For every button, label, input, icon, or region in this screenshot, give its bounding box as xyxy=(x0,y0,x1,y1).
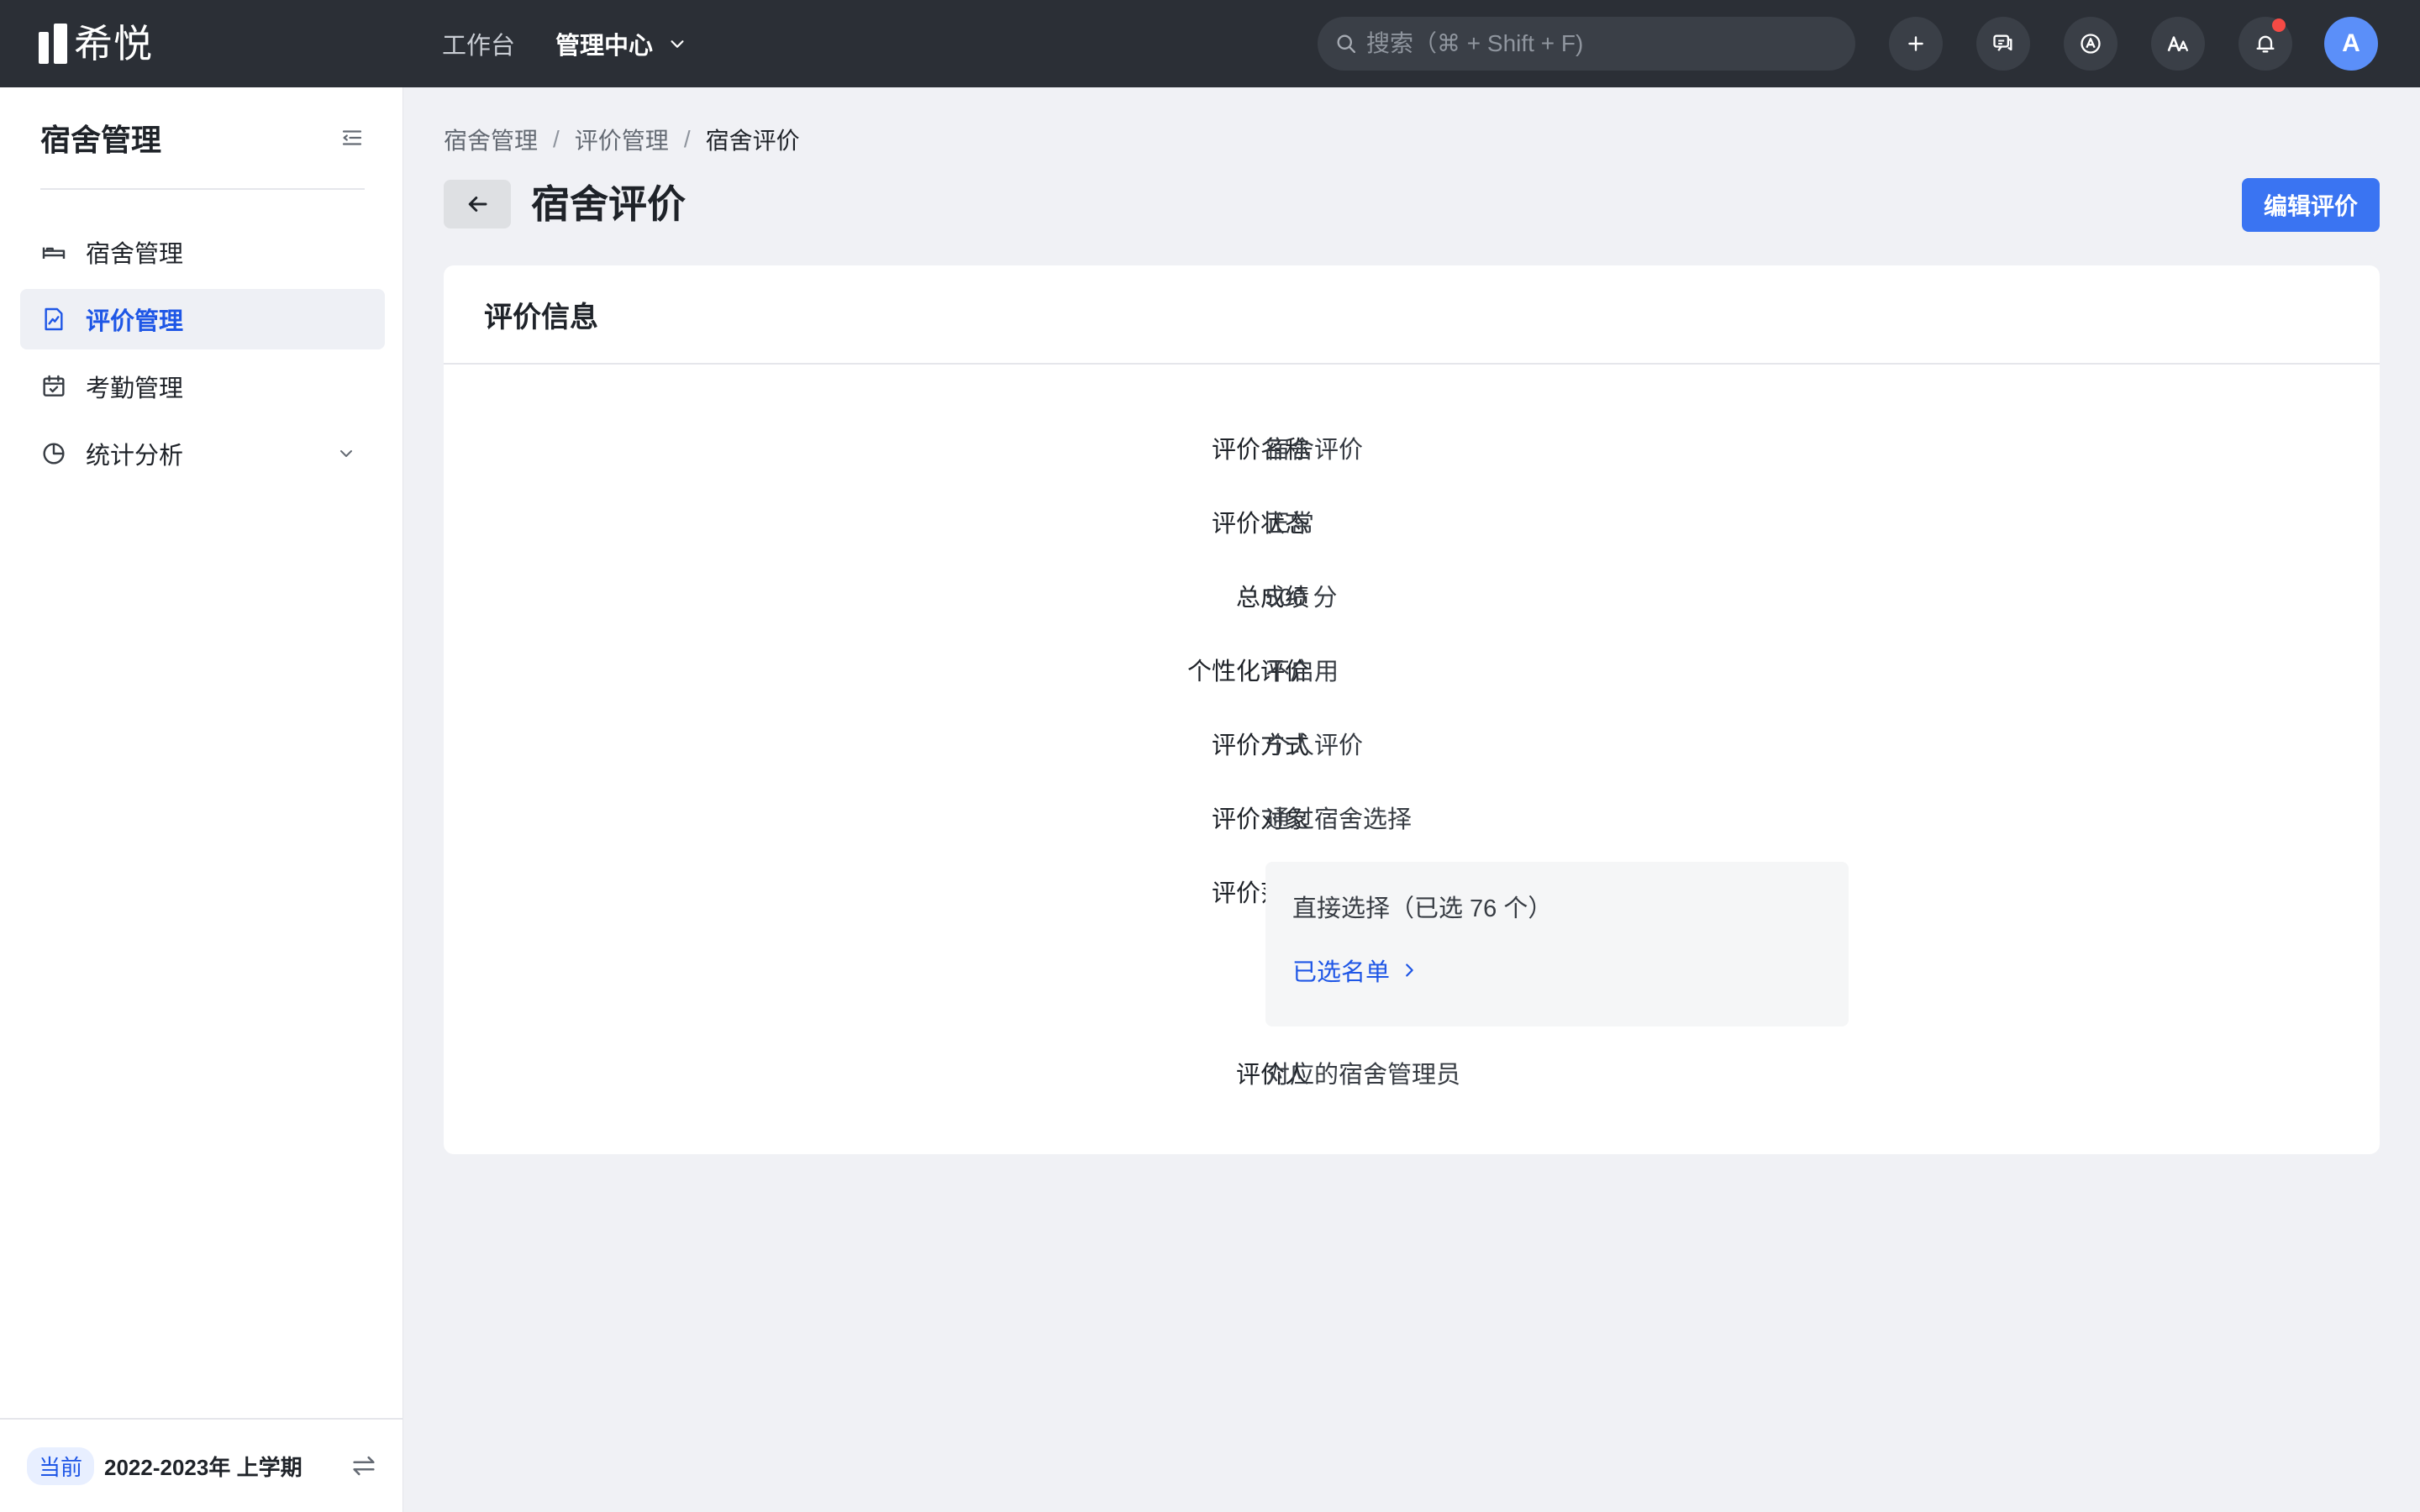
breadcrumb: 宿舍管理 / 评价管理 / 宿舍评价 xyxy=(444,123,800,156)
feedback-button[interactable] xyxy=(1976,17,2030,71)
sidebar-item-evaluation-management[interactable]: 评价管理 xyxy=(20,289,385,349)
avatar[interactable]: A xyxy=(2324,17,2378,71)
app-center-icon xyxy=(2081,34,2101,54)
sidebar-header: 宿舍管理 xyxy=(40,87,365,190)
switch-arrows-icon[interactable] xyxy=(350,1452,378,1480)
current-term-badge: 当前 xyxy=(27,1446,95,1485)
nav-admin-center-label: 管理中心 xyxy=(555,33,654,60)
notification-button[interactable] xyxy=(2238,17,2292,71)
chevron-down-icon xyxy=(671,40,684,48)
sidebar-item-dorm-management[interactable]: 宿舍管理 xyxy=(20,222,385,282)
logo[interactable]: 希悦 xyxy=(39,22,153,66)
breadcrumb-item[interactable]: 宿舍管理 xyxy=(444,123,538,156)
back-button[interactable] xyxy=(444,180,511,228)
field-value-name: 宿舍评价 xyxy=(1265,437,1364,464)
create-button[interactable] xyxy=(1889,17,1943,71)
evaluation-info-card: 评价信息 评价名称 宿舍评价 评价状态 正常 总成绩 500 分 个性化评价 不… xyxy=(444,265,2380,1154)
card-header: 评价信息 xyxy=(444,265,2380,365)
pie-chart-icon xyxy=(43,443,65,465)
breadcrumb-current: 宿舍评价 xyxy=(705,128,800,154)
language-button[interactable] xyxy=(2151,17,2205,71)
breadcrumb-separator: / xyxy=(683,126,691,152)
field-value-personalized: 不启用 xyxy=(1265,659,1339,685)
collapse-menu-icon[interactable] xyxy=(339,125,365,150)
current-term-label: 2022-2023年 上学期 xyxy=(104,1454,302,1480)
nav-workbench[interactable]: 工作台 xyxy=(442,26,515,61)
bed-icon xyxy=(42,247,66,259)
chevron-down-icon xyxy=(340,450,352,457)
logo-mark-icon xyxy=(39,24,67,64)
feedback-icon xyxy=(1993,34,2012,51)
field-value-evaluator: 对应的宿舍管理员 xyxy=(1265,1062,1461,1089)
search-input[interactable] xyxy=(1366,30,1837,57)
app-center-button[interactable] xyxy=(2064,17,2118,71)
logo-text: 希悦 xyxy=(74,22,153,66)
plus-icon xyxy=(1908,36,1923,51)
edit-evaluation-button[interactable]: 编辑评价 xyxy=(2242,178,2380,232)
sidebar-item-label: 统计分析 xyxy=(86,443,184,470)
sidebar-item-statistics[interactable]: 统计分析 xyxy=(20,423,385,484)
field-value-method: 个人评价 xyxy=(1265,732,1364,759)
field-value-total-score: 500 分 xyxy=(1265,585,1338,612)
search-bar[interactable] xyxy=(1318,17,1855,71)
evaluation-doc-icon xyxy=(45,307,63,331)
card-title: 评价信息 xyxy=(484,301,598,333)
scope-box: 直接选择（已选 76 个） 已选名单 xyxy=(1265,862,1849,1026)
sidebar-item-attendance-management[interactable]: 考勤管理 xyxy=(20,356,385,417)
sidebar-item-label: 考勤管理 xyxy=(86,375,184,402)
selected-list-link-label: 已选名单 xyxy=(1292,959,1391,986)
term-selector: 当前 2022-2023年 上学期 xyxy=(0,1418,403,1512)
sidebar-item-label: 评价管理 xyxy=(86,308,184,335)
translate-icon xyxy=(2167,36,2189,52)
breadcrumb-separator: / xyxy=(553,126,560,152)
nav-admin-center[interactable]: 管理中心 xyxy=(555,26,687,61)
notification-dot xyxy=(2272,18,2286,32)
nav-workbench-label: 工作台 xyxy=(442,33,516,60)
bell-icon xyxy=(2256,35,2275,53)
chevron-right-icon xyxy=(1406,963,1413,977)
search-icon xyxy=(1337,34,1356,54)
page-title: 宿舍评价 xyxy=(531,182,686,226)
sidebar-menu: 宿舍管理 评价管理 考勤管理 统计分析 xyxy=(20,222,385,491)
arrow-left-icon xyxy=(468,197,487,212)
selected-list-link[interactable]: 已选名单 xyxy=(1292,953,1418,988)
scope-summary: 直接选择（已选 76 个） xyxy=(1292,895,1553,922)
sidebar-title: 宿舍管理 xyxy=(40,123,162,157)
field-value-target: 通过宿舍选择 xyxy=(1265,806,1413,833)
calendar-check-icon xyxy=(43,375,65,396)
top-bar: 希悦 工作台 管理中心 搜索（⌘ + Shift + F) A xyxy=(0,0,2420,87)
sidebar-item-label: 宿舍管理 xyxy=(86,241,184,268)
sidebar: 宿舍管理 宿舍管理 评价管理 考勤管理 统计分析 当前 2022-2023年 上… xyxy=(0,87,403,1512)
field-value-status: 正常 xyxy=(1265,511,1315,538)
breadcrumb-item[interactable]: 评价管理 xyxy=(575,123,669,156)
top-nav: 工作台 管理中心 xyxy=(442,0,687,87)
